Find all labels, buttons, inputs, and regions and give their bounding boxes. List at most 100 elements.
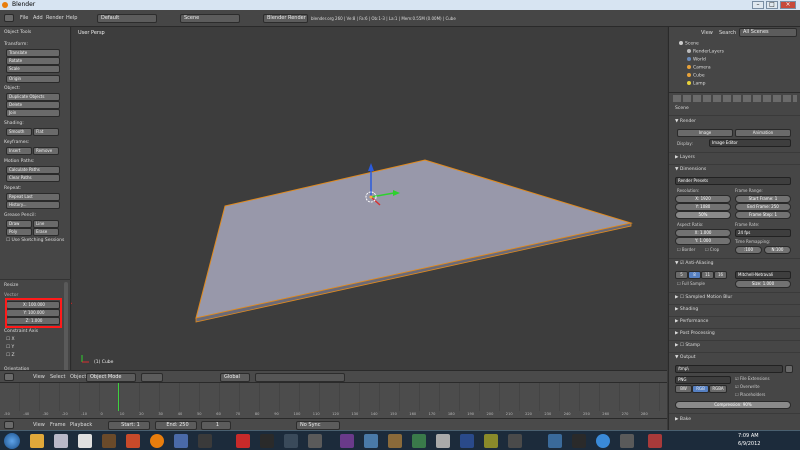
dimensions-panel-header[interactable]: ▼ Dimensions xyxy=(675,167,706,172)
constraint-x-checkbox[interactable]: ☐ X xyxy=(6,337,15,342)
compression-slider[interactable]: Compression: 90% xyxy=(675,401,791,409)
output-panel-header[interactable]: ▼ Output xyxy=(675,355,696,360)
resolution-x-field[interactable]: X: 1920 xyxy=(675,195,731,203)
color-mode-rgb[interactable]: RGB xyxy=(692,385,709,393)
border-checkbox[interactable]: ☐ Border xyxy=(677,247,695,252)
erase-button[interactable]: Erase xyxy=(33,228,59,236)
shading-panel-header[interactable]: ▶ Shading xyxy=(675,307,698,312)
file-format-select[interactable]: PNG xyxy=(675,376,731,384)
performance-panel-header[interactable]: ▶ Performance xyxy=(675,319,708,324)
3d-viewport[interactable]: User Persp (1) Cube xyxy=(72,27,667,380)
overwrite-checkbox[interactable]: ☑ Overwrite xyxy=(735,384,760,389)
app-icon[interactable] xyxy=(620,434,634,448)
current-frame-indicator[interactable] xyxy=(118,383,119,411)
menu-playback[interactable]: Playback xyxy=(70,422,92,428)
post-processing-panel-header[interactable]: ▶ Post Processing xyxy=(675,331,715,336)
mode-select[interactable]: Object Mode xyxy=(86,373,136,382)
layers-panel-header[interactable]: ▶ Layers xyxy=(675,155,695,160)
menu-render[interactable]: Render xyxy=(46,15,64,21)
motion-blur-panel-header[interactable]: ▶ ☐ Sampled Motion Blur xyxy=(675,295,732,300)
menu-timeline-view[interactable]: View xyxy=(33,422,45,428)
app-icon[interactable] xyxy=(126,434,140,448)
end-frame-prop-field[interactable]: End Frame: 250 xyxy=(735,203,791,211)
stamp-panel-header[interactable]: ▶ ☐ Stamp xyxy=(675,343,700,348)
aa-samples-8[interactable]: 8 xyxy=(688,271,701,279)
scale-button[interactable]: Scale xyxy=(6,65,60,73)
resolution-y-field[interactable]: Y: 1080 xyxy=(675,203,731,211)
scene-select[interactable]: Scene xyxy=(180,14,240,23)
delete-button[interactable]: Delete xyxy=(6,101,60,109)
aspect-x-field[interactable]: X: 1.000 xyxy=(675,229,731,237)
smooth-button[interactable]: Smooth xyxy=(6,128,32,136)
color-mode-rgba[interactable]: RGBA xyxy=(709,385,727,393)
time-remap-old-field[interactable]: :100 xyxy=(735,246,762,254)
orientation-select[interactable]: Global xyxy=(220,373,250,382)
placeholders-checkbox[interactable]: ☐ Placeholders xyxy=(735,392,765,397)
outliner-menu-view[interactable]: View xyxy=(701,30,713,36)
outliner-filter-select[interactable]: All Scenes xyxy=(739,28,797,37)
timeline[interactable]: -50 -40 -30 -20 -10 0 10 20 30 40 50 60 70 80 90 100 110… xyxy=(0,382,667,418)
aa-size-field[interactable]: Size: 1.000 xyxy=(735,280,791,288)
render-presets-select[interactable]: Render Presets xyxy=(675,177,791,185)
insert-keyframe-button[interactable]: Insert xyxy=(6,147,32,155)
fps-select[interactable]: 24 fps xyxy=(735,229,791,237)
maximize-button[interactable]: □ xyxy=(766,1,778,9)
app-icon[interactable] xyxy=(198,434,212,448)
full-sample-checkbox[interactable]: ☐ Full Sample xyxy=(677,281,705,286)
app-icon[interactable] xyxy=(174,434,188,448)
outliner-item-renderlayers[interactable]: RenderLayers xyxy=(687,49,724,55)
aspect-y-field[interactable]: Y: 1.000 xyxy=(675,237,731,245)
file-extensions-checkbox[interactable]: ☑ File Extensions xyxy=(735,376,770,381)
menu-view[interactable]: View xyxy=(33,374,45,380)
frame-step-field[interactable]: Frame Step: 1 xyxy=(735,211,791,219)
output-path-field[interactable]: /tmp\ xyxy=(675,365,783,373)
screen-layout-select[interactable]: Default xyxy=(97,14,157,23)
close-button[interactable]: × xyxy=(780,1,796,9)
bake-panel-header[interactable]: ▶ Bake xyxy=(675,417,691,422)
layer-buttons[interactable] xyxy=(255,373,345,382)
app-icon[interactable] xyxy=(340,434,354,448)
menu-select[interactable]: Select xyxy=(50,374,65,380)
current-frame-field[interactable]: 1 xyxy=(201,421,231,430)
history-button[interactable]: History... xyxy=(6,201,60,209)
minimize-button[interactable]: – xyxy=(752,1,764,9)
constraint-y-checkbox[interactable]: ☐ Y xyxy=(6,345,14,350)
end-frame-field[interactable]: End: 250 xyxy=(155,421,197,430)
app-icon[interactable] xyxy=(572,434,586,448)
file-icon[interactable] xyxy=(54,434,68,448)
line-button[interactable]: Line xyxy=(33,220,59,228)
aa-samples-16[interactable]: 16 xyxy=(714,271,727,279)
repeat-last-button[interactable]: Repeat Last xyxy=(6,193,60,201)
timeline-editor-icon[interactable] xyxy=(4,421,14,429)
outliner-item-lamp[interactable]: Lamp xyxy=(687,81,706,87)
app-icon[interactable] xyxy=(648,434,662,448)
color-mode-bw[interactable]: BW xyxy=(675,385,692,393)
app-icon[interactable] xyxy=(596,434,610,448)
start-frame-prop-field[interactable]: Start Frame: 1 xyxy=(735,195,791,203)
start-button-icon[interactable] xyxy=(4,433,20,449)
app-icon[interactable] xyxy=(236,434,250,448)
app-icon[interactable] xyxy=(460,434,474,448)
object-tools-header[interactable]: Object Tools xyxy=(4,30,31,35)
resize-header[interactable]: Resize xyxy=(4,283,18,288)
origin-button[interactable]: Origin xyxy=(6,75,60,83)
aa-samples-5[interactable]: 5 xyxy=(675,271,688,279)
aa-filter-select[interactable]: Mitchell-Netravali xyxy=(735,271,791,279)
render-animation-button[interactable]: Animation xyxy=(735,129,791,137)
draw-button[interactable]: Draw xyxy=(6,220,32,228)
translate-button[interactable]: Translate xyxy=(6,49,60,57)
display-select[interactable]: Image Editor xyxy=(709,139,791,147)
media-icon[interactable] xyxy=(78,434,92,448)
menu-add[interactable]: Add xyxy=(33,15,43,21)
outliner-menu-search[interactable]: Search xyxy=(719,30,736,36)
app-icon[interactable] xyxy=(260,434,274,448)
properties-context-tabs[interactable] xyxy=(673,95,797,102)
menu-help[interactable]: Help xyxy=(66,15,77,21)
chrome-icon[interactable] xyxy=(30,434,44,448)
poly-button[interactable]: Poly xyxy=(6,228,32,236)
time-remap-new-field[interactable]: N:100 xyxy=(764,246,791,254)
menu-frame[interactable]: Frame xyxy=(50,422,66,428)
shading-select[interactable] xyxy=(141,373,163,382)
aa-samples-11[interactable]: 11 xyxy=(701,271,714,279)
remove-keyframe-button[interactable]: Remove xyxy=(33,147,59,155)
